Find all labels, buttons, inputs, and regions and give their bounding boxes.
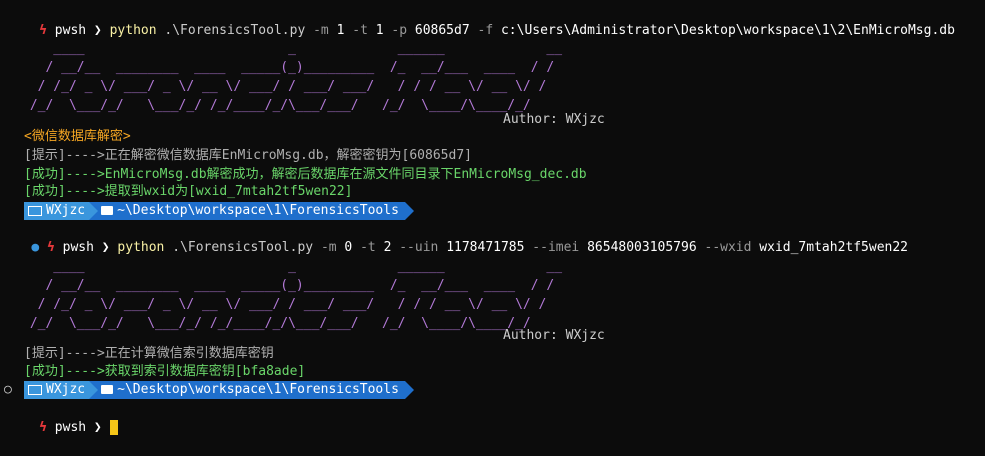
shell-name: pwsh [54, 23, 87, 38]
text-cursor[interactable] [109, 420, 118, 435]
author-label: Author: WXjzc [503, 328, 605, 343]
arg-value: 2 [383, 240, 392, 255]
arg-value: 1178471785 [446, 240, 525, 255]
prompt-path: ~\Desktop\workspace\1\ForensicsTools [117, 203, 399, 218]
arg-value: wxid_7mtah2tf5wen22 [759, 240, 909, 255]
chevron-right-icon: ❯ [86, 420, 110, 435]
prompt-user: WXjzc [46, 382, 86, 397]
active-prompt-line[interactable]: ϟ pwsh ❯ [0, 399, 118, 435]
arg-flag: --imei [532, 240, 580, 255]
lightning-icon: ϟ [31, 23, 55, 38]
arg-value: 86548003105796 [587, 240, 697, 255]
lightning-icon: ϟ [31, 420, 55, 435]
section-header: <微信数据库解密> [24, 129, 131, 144]
arg-flag: -t [360, 240, 376, 255]
arg-value: 1 [336, 23, 345, 38]
arg-flag: --wxid [704, 240, 752, 255]
arg-value: 0 [344, 240, 353, 255]
chevron-right-icon: ❯ [86, 23, 110, 38]
command-script: .\ForensicsTool.py [172, 240, 314, 255]
output-success-line: [成功]---->获取到索引数据库密钥[bfa8ade] [24, 364, 306, 379]
folder-icon [101, 385, 114, 394]
arg-value: c:\Users\Administrator\Desktop\workspace… [500, 23, 955, 38]
prompt-user-segment: WXjzc [24, 380, 99, 399]
command-script: .\ForensicsTool.py [164, 23, 306, 38]
prompt-path-segment: ~\Desktop\workspace\1\ForensicsTools [89, 380, 405, 399]
command-line-2: ● ϟ pwsh ❯ python .\ForensicsTool.py -m … [0, 219, 908, 255]
chevron-right-icon: ❯ [93, 240, 118, 255]
monitor-icon [28, 384, 42, 395]
arg-flag: -m [320, 240, 337, 255]
arg-flag: -p [391, 23, 408, 38]
prompt-user: WXjzc [46, 203, 86, 218]
shell-name: pwsh [62, 240, 94, 255]
arg-flag: -t [352, 23, 368, 38]
prompt-status-bar: WXjzc ~\Desktop\workspace\1\ForensicsToo… [24, 201, 414, 220]
arg-value: 60865d7 [414, 23, 470, 38]
shell-name: pwsh [54, 420, 87, 435]
folder-icon [101, 206, 114, 215]
monitor-icon [28, 205, 42, 216]
terminal-window[interactable]: ϟ pwsh ❯ python .\ForensicsTool.py -m 1 … [0, 0, 985, 435]
prompt-user-segment: WXjzc [24, 201, 99, 220]
command-program: python [117, 240, 165, 255]
prompt-status-bar: WXjzc ~\Desktop\workspace\1\ForensicsToo… [24, 380, 414, 399]
arg-flag: -m [313, 23, 329, 38]
ascii-banner: ____ _ ______ __ / __/__ ________ ____ _… [29, 259, 563, 331]
ascii-banner: ____ _ ______ __ / __/__ ________ ____ _… [29, 41, 563, 113]
arg-flag: -f [477, 23, 494, 38]
status-dot-icon: ● [31, 240, 40, 255]
arg-flag: --uin [399, 240, 439, 255]
command-line-1: ϟ pwsh ❯ python .\ForensicsTool.py -m 1 … [0, 2, 955, 38]
prompt-path: ~\Desktop\workspace\1\ForensicsTools [117, 382, 399, 397]
arg-value: 1 [375, 23, 384, 38]
output-info-line: [提示]---->正在计算微信索引数据库密钥 [24, 346, 274, 361]
author-label: Author: WXjzc [503, 112, 605, 127]
status-dot-row: ○ [4, 380, 12, 399]
prompt-path-segment: ~\Desktop\workspace\1\ForensicsTools [89, 201, 405, 220]
command-program: python [109, 23, 157, 38]
lightning-icon: ϟ [39, 240, 63, 255]
output-info-line: [提示]---->正在解密微信数据库EnMicroMsg.db，解密密钥为[60… [24, 148, 472, 163]
output-success-line: [成功]---->提取到wxid为[wxid_7mtah2tf5wen22] [24, 184, 353, 199]
status-dot-icon: ○ [4, 382, 12, 397]
